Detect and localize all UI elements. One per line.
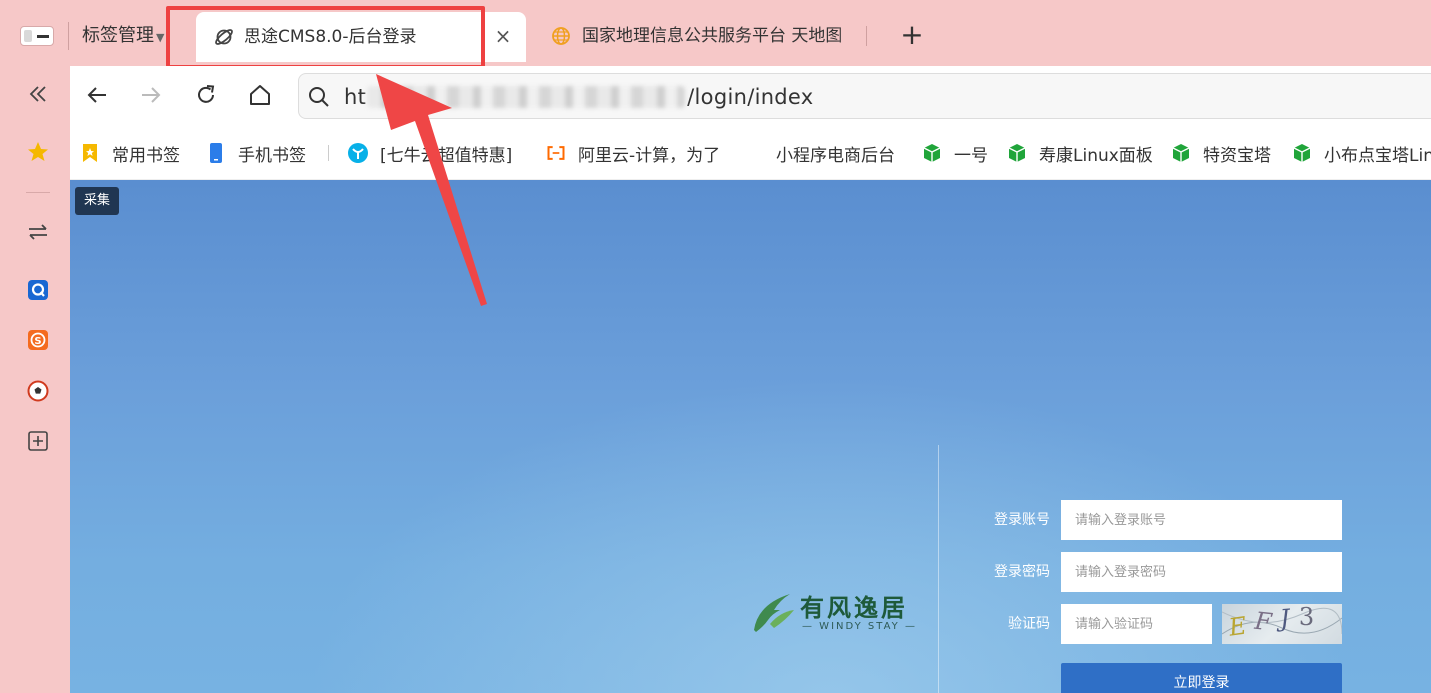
add-app-icon[interactable] [24, 427, 52, 455]
aliyun-logo-icon [547, 146, 565, 160]
new-tab-plus-icon[interactable]: + [898, 20, 926, 50]
baota-cube-icon [923, 144, 941, 162]
mobile-phone-icon [210, 143, 222, 163]
bookmark-label: 小布点宝塔Linux [1324, 145, 1431, 166]
bookmark-item[interactable]: 阿里云-计算，为了 [546, 139, 720, 167]
transfer-icon[interactable] [24, 218, 52, 246]
brand-logo: 有风逸居 — WINDY STAY — [750, 588, 920, 638]
account-input[interactable] [1061, 500, 1342, 540]
tab-close-icon[interactable]: × [490, 23, 516, 49]
football-icon[interactable] [24, 377, 52, 405]
s-app-icon[interactable]: S [24, 326, 52, 354]
bookmark-item[interactable]: 特资宝塔 [1171, 139, 1271, 167]
browser-window: 标签管理 ▼ 思途CMS8.0-后台登录 × 国家地理信息公共服务平台 天地图 + [0, 0, 1431, 693]
left-sidebar: S [0, 66, 70, 693]
bookmark-label: 常用书签 [112, 145, 180, 166]
svg-text:S: S [34, 336, 41, 347]
account-label: 登录账号 [994, 512, 1050, 528]
tab-tianditu[interactable]: 国家地理信息公共服务平台 天地图 [546, 22, 866, 50]
address-bar[interactable]: ht/login/index [298, 73, 1431, 119]
captcha-image[interactable]: EFJ3 [1222, 604, 1342, 644]
q-app-icon[interactable] [24, 276, 52, 304]
url-redacted-blur [367, 86, 685, 108]
bookmark-item[interactable]: 寿康Linux面板 [1007, 139, 1153, 167]
sidebar-divider [26, 192, 50, 193]
bookmark-label: 寿康Linux面板 [1039, 145, 1153, 166]
vertical-divider [938, 445, 939, 693]
tab-manager-label: 标签管理 [82, 25, 154, 46]
baota-cube-icon [1172, 144, 1190, 162]
bookmarks-bar: 常用书签 手机书签 [七牛云超值特惠] 阿里云-计算，为了 小程序电商后台 一号… [70, 126, 1431, 180]
captcha-text: EFJ3 [1227, 604, 1324, 642]
password-label: 登录密码 [994, 564, 1050, 580]
baota-cube-icon [1293, 144, 1311, 162]
captcha-input[interactable] [1061, 604, 1212, 644]
bookmark-divider [328, 145, 329, 161]
tab-divider [866, 26, 867, 46]
bookmark-label: 小程序电商后台 [776, 145, 895, 166]
collect-tag-button[interactable]: 采集 [75, 187, 120, 215]
home-icon[interactable] [245, 80, 275, 110]
login-button[interactable]: 立即登录 [1061, 663, 1342, 693]
login-page: 采集 有风逸居 — WINDY STAY — 登录账号 登录密码 验证码 EFJ… [70, 180, 1431, 693]
favorites-star-icon[interactable] [24, 138, 52, 166]
brand-subtitle: — WINDY STAY — [802, 621, 917, 632]
navigation-toolbar: ht/login/index [70, 66, 1431, 126]
captcha-char: 3 [1298, 604, 1324, 631]
qiniu-logo-icon [348, 143, 368, 163]
bookmark-item[interactable]: 手机书签 [206, 139, 306, 167]
bookmark-label: 阿里云-计算，为了 [578, 145, 721, 166]
collapse-sidebar-icon[interactable] [24, 80, 52, 108]
tab-manager[interactable]: 标签管理 ▼ [68, 22, 164, 50]
bookmark-label: [七牛云超值特惠] [380, 145, 513, 166]
bookmark-item[interactable]: 一号 [922, 139, 988, 167]
tab-title: 国家地理信息公共服务平台 天地图 [582, 26, 843, 46]
back-arrow-icon[interactable] [82, 80, 112, 110]
captcha-label: 验证码 [1008, 616, 1050, 632]
captcha-char: J [1279, 604, 1300, 633]
password-input[interactable] [1061, 552, 1342, 592]
globe-icon [552, 27, 570, 45]
leaf-logo-icon [754, 594, 794, 632]
bookmark-item[interactable]: [七牛云超值特惠] [348, 139, 512, 167]
annotation-highlight-box [166, 6, 485, 69]
bookmark-item[interactable]: 常用书签 [80, 139, 180, 167]
bookmark-item[interactable]: 小程序电商后台 [776, 139, 895, 167]
captcha-char: F [1252, 606, 1282, 638]
url-suffix: /login/index [687, 85, 814, 109]
url-prefix: ht [344, 85, 367, 109]
reload-icon[interactable] [191, 80, 221, 110]
baota-cube-icon [1008, 144, 1026, 162]
bookmark-item[interactable]: 小布点宝塔Linux [1292, 139, 1431, 167]
sidebar-toggle-icon[interactable] [20, 26, 54, 46]
forward-arrow-icon[interactable] [136, 80, 166, 110]
caret-down-icon: ▼ [156, 31, 165, 44]
bookmark-label: 手机书签 [238, 145, 306, 166]
search-icon [309, 87, 329, 107]
bookmark-label: 一号 [954, 145, 988, 166]
bookmark-label: 特资宝塔 [1203, 145, 1271, 166]
brand-name: 有风逸居 [800, 594, 908, 622]
bookmark-star-icon [83, 144, 97, 162]
captcha-char: E [1227, 610, 1258, 642]
